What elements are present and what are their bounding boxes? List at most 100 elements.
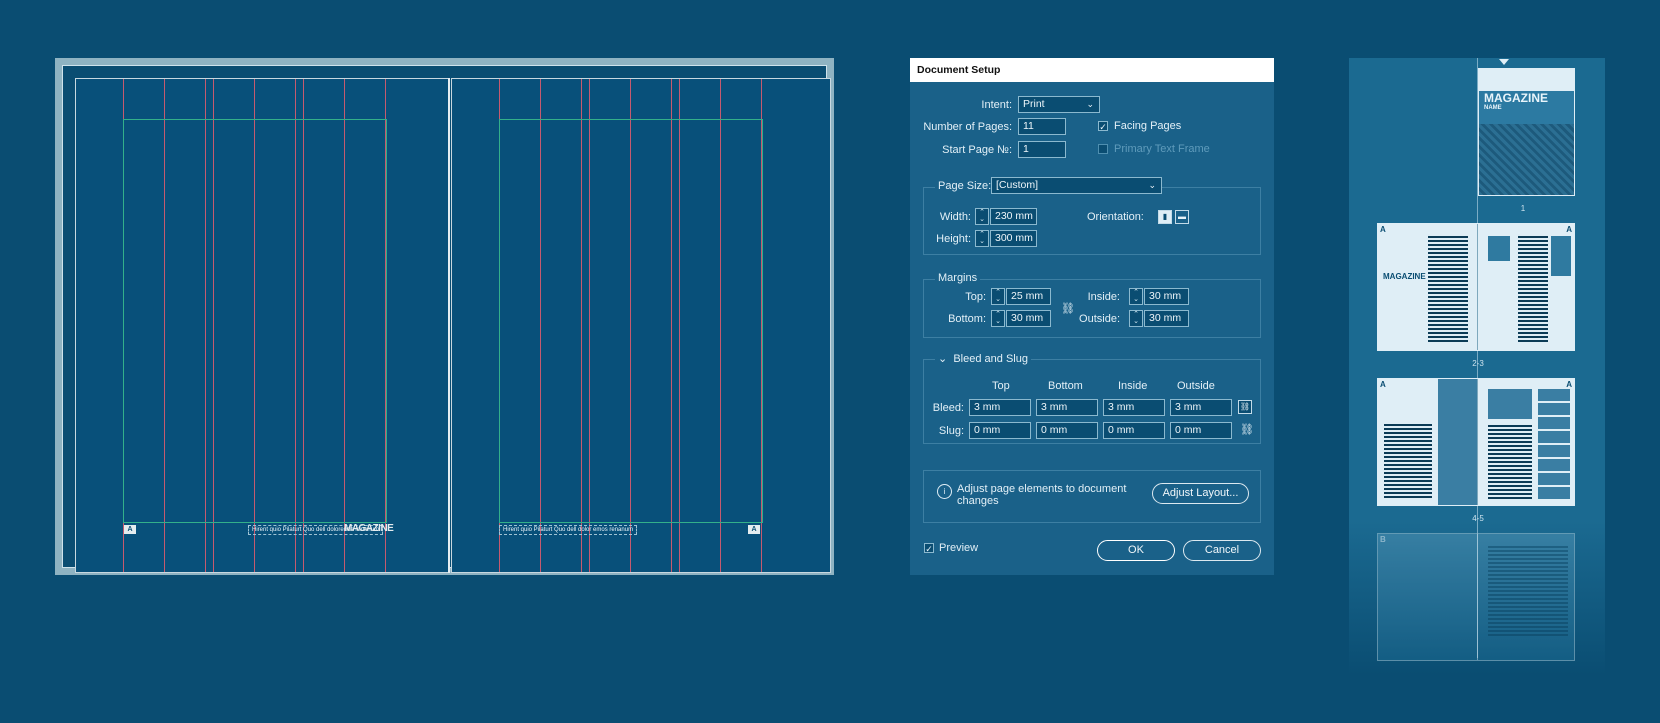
bottom-margin-stepper[interactable]: ⌃ ⌄ bbox=[991, 310, 1005, 327]
bleed-col-bottom: Bottom bbox=[1048, 380, 1083, 392]
pasteboard: A Hirent quio Pilaturt Quo dell dolorend… bbox=[62, 65, 831, 573]
inside-margin-stepper[interactable]: ⌃ ⌄ bbox=[1129, 288, 1143, 305]
master-marker: A bbox=[1566, 380, 1572, 389]
link-bleed-icon[interactable]: ⛓ bbox=[1238, 400, 1252, 414]
document-setup-dialog: Document Setup Intent: Print ⌄ Number of… bbox=[910, 58, 1274, 575]
height-stepper[interactable]: ⌃ ⌄ bbox=[975, 230, 989, 247]
bottom-margin-label: Bottom: bbox=[948, 313, 986, 325]
intent-label: Intent: bbox=[981, 99, 1012, 111]
start-page-input[interactable]: 1 bbox=[1018, 141, 1066, 158]
margin-guide bbox=[499, 119, 763, 523]
bleed-slug-title: Bleed and Slug bbox=[953, 353, 1028, 365]
width-label: Width: bbox=[939, 211, 971, 223]
height-label: Height: bbox=[936, 233, 971, 245]
chevron-down-icon: ⌄ bbox=[1086, 99, 1094, 109]
width-stepper[interactable]: ⌃ ⌄ bbox=[975, 208, 989, 225]
outside-margin-stepper[interactable]: ⌃ ⌄ bbox=[1129, 310, 1143, 327]
photo-image bbox=[1438, 379, 1477, 505]
margins-title: Margins bbox=[935, 272, 981, 284]
current-page-indicator-icon bbox=[1499, 59, 1509, 65]
bleed-label: Bleed: bbox=[932, 402, 964, 414]
page-thumbnail-6-7[interactable]: B bbox=[1377, 533, 1575, 661]
outside-margin-label: Outside: bbox=[1079, 313, 1120, 325]
number-of-pages-input[interactable]: 11 bbox=[1018, 118, 1066, 135]
primary-text-frame-checkbox[interactable] bbox=[1098, 144, 1108, 154]
page-thumbnail-4-5[interactable]: A A bbox=[1377, 378, 1575, 506]
text-columns bbox=[1428, 236, 1468, 344]
start-page-label: Start Page №: bbox=[942, 144, 1012, 156]
bleed-inside-input[interactable]: 3 mm bbox=[1103, 399, 1165, 416]
intent-value: Print bbox=[1023, 98, 1045, 110]
info-icon: i bbox=[937, 484, 952, 499]
slug-outside-input[interactable]: 0 mm bbox=[1170, 422, 1232, 439]
adjust-layout-button[interactable]: Adjust Layout... bbox=[1152, 483, 1249, 504]
dialog-title[interactable]: Document Setup bbox=[910, 58, 1274, 82]
spread-spine bbox=[1477, 379, 1478, 505]
master-marker: A bbox=[1566, 225, 1572, 234]
cover-title: MAGAZINE bbox=[1484, 91, 1548, 105]
width-input[interactable]: 230 mm bbox=[990, 208, 1037, 225]
photo-image bbox=[1488, 389, 1532, 419]
top-margin-input[interactable]: 25 mm bbox=[1006, 288, 1051, 305]
ok-button[interactable]: OK bbox=[1097, 540, 1175, 561]
thumb-logo: MAGAZINE bbox=[1383, 272, 1426, 281]
top-margin-stepper[interactable]: ⌃ ⌄ bbox=[991, 288, 1005, 305]
inside-margin-input[interactable]: 30 mm bbox=[1144, 288, 1189, 305]
page-label-2-3: 2-3 bbox=[1472, 359, 1484, 368]
left-page[interactable]: A Hirent quio Pilaturt Quo dell dolorend… bbox=[75, 78, 449, 573]
intent-select[interactable]: Print ⌄ bbox=[1018, 96, 1100, 113]
document-spread[interactable]: A Hirent quio Pilaturt Quo dell dolorend… bbox=[55, 58, 834, 575]
slug-inside-input[interactable]: 0 mm bbox=[1103, 422, 1165, 439]
page-marker: A bbox=[748, 525, 760, 534]
outside-margin-input[interactable]: 30 mm bbox=[1144, 310, 1189, 327]
spread-spine bbox=[448, 78, 450, 573]
running-footer: Hirent quio Pilaturt Quo dell dolor emos… bbox=[499, 525, 638, 535]
bleed-top-input[interactable]: 3 mm bbox=[969, 399, 1031, 416]
page-marker: A bbox=[124, 525, 136, 534]
facing-pages-checkbox[interactable]: ✓ bbox=[1098, 121, 1108, 132]
bleed-slug-toggle[interactable]: ⌄ Bleed and Slug bbox=[935, 352, 1031, 365]
page-size-label: Page Size: bbox=[935, 180, 995, 192]
cover-header-band bbox=[1479, 69, 1574, 91]
slug-bottom-input[interactable]: 0 mm bbox=[1036, 422, 1098, 439]
right-page[interactable]: Hirent quio Pilaturt Quo dell dolor emos… bbox=[451, 78, 831, 573]
portrait-orientation-icon[interactable]: ▮ bbox=[1158, 210, 1172, 224]
bottom-margin-input[interactable]: 30 mm bbox=[1006, 310, 1051, 327]
image-stack bbox=[1538, 389, 1570, 501]
page-label-4-5: 4-5 bbox=[1472, 514, 1484, 523]
page-size-select[interactable]: [Custom] ⌄ bbox=[991, 177, 1162, 194]
margins-group bbox=[923, 279, 1261, 338]
unlink-slug-icon[interactable]: ⛓ bbox=[1240, 423, 1254, 436]
adjust-text-line1: Adjust page elements to document bbox=[957, 483, 1127, 495]
pages-label: Number of Pages: bbox=[923, 121, 1012, 133]
landscape-orientation-icon[interactable]: ▬ bbox=[1175, 210, 1189, 224]
bleed-col-inside: Inside bbox=[1118, 380, 1148, 392]
slug-top-input[interactable]: 0 mm bbox=[969, 422, 1031, 439]
page-thumbnail-1[interactable]: MAGAZINE NAME bbox=[1478, 68, 1575, 196]
cancel-button[interactable]: Cancel bbox=[1183, 540, 1261, 561]
page-size-value: [Custom] bbox=[996, 179, 1039, 191]
height-input[interactable]: 300 mm bbox=[990, 230, 1037, 247]
text-columns bbox=[1518, 236, 1548, 344]
chevron-down-icon: ⌄ bbox=[938, 353, 954, 365]
bleed-col-top: Top bbox=[992, 380, 1010, 392]
facing-pages-label: Facing Pages bbox=[1114, 120, 1182, 132]
bleed-outside-input[interactable]: 3 mm bbox=[1170, 399, 1232, 416]
margin-guide bbox=[123, 119, 387, 523]
preview-checkbox[interactable]: ✓ bbox=[924, 543, 934, 554]
master-marker: A bbox=[1380, 380, 1386, 389]
bleed-col-outside: Outside bbox=[1177, 380, 1215, 392]
pages-panel: MAGAZINE NAME 1 A A MAGAZINE 2-3 A A 4-5… bbox=[1349, 58, 1605, 675]
spread-spine bbox=[1477, 534, 1478, 660]
cover-image bbox=[1479, 124, 1574, 195]
page-label-1: 1 bbox=[1520, 204, 1526, 213]
footer-logo: MAGAZINE bbox=[344, 523, 394, 534]
bleed-bottom-input[interactable]: 3 mm bbox=[1036, 399, 1098, 416]
master-marker: A bbox=[1380, 225, 1386, 234]
orientation-label: Orientation: bbox=[1087, 211, 1144, 223]
page-thumbnail-2-3[interactable]: A A MAGAZINE bbox=[1377, 223, 1575, 351]
text-columns bbox=[1488, 425, 1532, 501]
text-columns bbox=[1384, 424, 1432, 499]
primary-text-frame-label: Primary Text Frame bbox=[1114, 143, 1210, 155]
preview-label: Preview bbox=[939, 542, 979, 554]
